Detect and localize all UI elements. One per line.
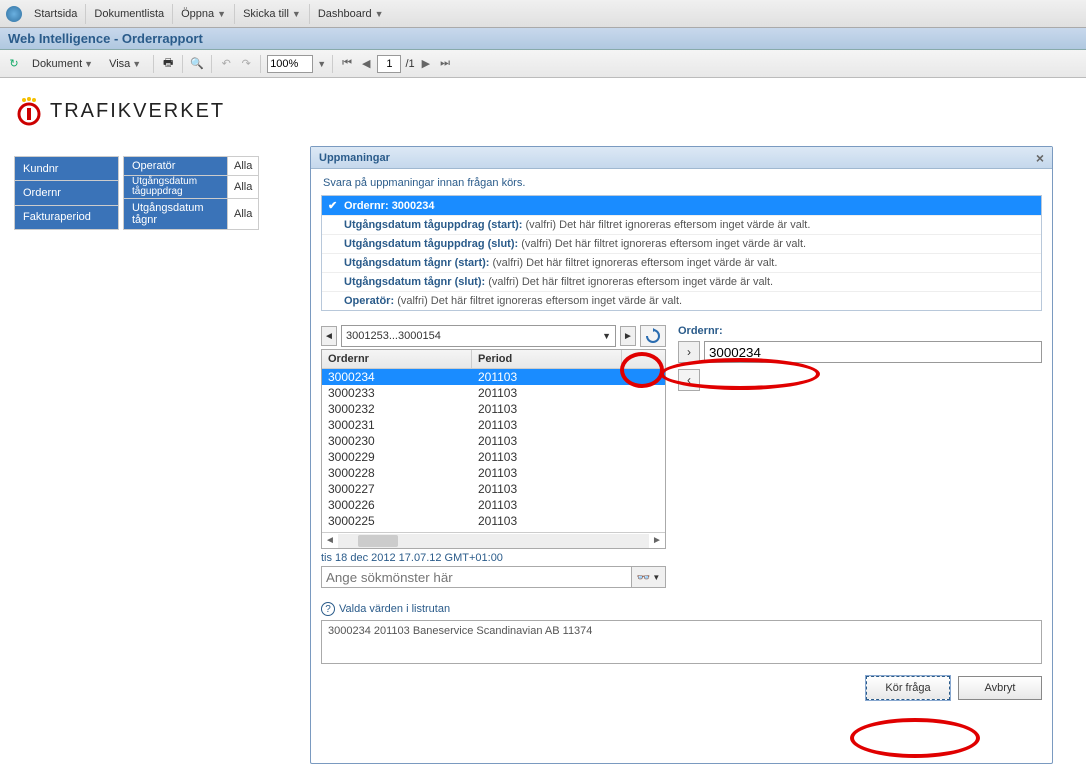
menubar: Startsida Dokumentlista Öppna▼ Skicka ti… xyxy=(0,0,1086,28)
field-label: Ordernr: xyxy=(678,325,1042,337)
refresh-list-button[interactable] xyxy=(640,325,666,347)
grid-row[interactable]: 3000227201103 xyxy=(322,481,665,497)
home-icon[interactable] xyxy=(6,6,22,22)
selected-values-box: 3000234 201103 Baneservice Scandinavian … xyxy=(321,620,1042,664)
horizontal-scrollbar[interactable]: ◄► xyxy=(322,532,665,548)
grid-row[interactable]: 3000225201103 xyxy=(322,513,665,529)
filter-fakturaperiod: Fakturaperiod xyxy=(15,205,119,229)
grid-row[interactable]: 3000226201103 xyxy=(322,497,665,513)
grid-row[interactable]: 3000230201103 xyxy=(322,433,665,449)
search-input[interactable] xyxy=(321,566,632,588)
chevron-down-icon: ▼ xyxy=(292,9,301,19)
grid-row[interactable]: 3000229201103 xyxy=(322,449,665,465)
filter-ordernr: Ordernr xyxy=(15,181,119,205)
title-text: Web Intelligence - Orderrapport xyxy=(8,31,203,46)
page-input[interactable] xyxy=(377,55,401,73)
chevron-down-icon: ▼ xyxy=(375,9,384,19)
range-select[interactable]: 3001253...3000154▼ xyxy=(341,325,616,347)
search-button[interactable]: 👓▼ xyxy=(632,566,666,588)
trafikverket-logo-icon xyxy=(16,96,42,126)
grid-row[interactable]: 3000232201103 xyxy=(322,401,665,417)
menu-dokumentlista[interactable]: Dokumentlista xyxy=(86,4,173,24)
prompt-row[interactable]: Utgångsdatum tågnr (start): (valfri) Det… xyxy=(322,254,1041,273)
zoom-input[interactable] xyxy=(267,55,313,73)
prompt-row[interactable]: ✔ Ordernr: 3000234 xyxy=(322,196,1041,216)
refresh-icon[interactable]: ↻ xyxy=(6,56,22,72)
dokument-dropdown[interactable]: Dokument▼ xyxy=(26,56,99,72)
prompt-row[interactable]: Utgångsdatum tågnr (slut): (valfri) Det … xyxy=(322,273,1041,292)
menu-skicka-till[interactable]: Skicka till▼ xyxy=(235,4,310,24)
menu-oppna[interactable]: Öppna▼ xyxy=(173,4,235,24)
grid-row[interactable]: 3000233201103 xyxy=(322,385,665,401)
range-next-button[interactable]: ► xyxy=(620,326,636,346)
help-icon[interactable]: ? xyxy=(321,602,335,616)
grid-body[interactable]: 3000234201103 3000233201103 300023220110… xyxy=(322,369,665,532)
redo-icon[interactable]: ↷ xyxy=(238,56,254,72)
next-page-icon[interactable]: ▶ xyxy=(419,57,433,70)
print-icon[interactable]: 🖶 xyxy=(160,56,176,72)
add-value-button[interactable]: › xyxy=(678,341,700,363)
find-icon[interactable]: 🔍 xyxy=(189,56,205,72)
binoculars-icon: 👓 xyxy=(637,571,651,584)
value-grid: Ordernr Period 3000234201103 30002332011… xyxy=(321,349,666,549)
selected-values-label: Valda värden i listrutan xyxy=(339,603,450,615)
grid-row[interactable]: 3000228201103 xyxy=(322,465,665,481)
chevron-down-icon: ▼ xyxy=(602,331,611,341)
logo-text: TRAFIKVERKET xyxy=(50,100,225,123)
prompt-row[interactable]: Operatör: (valfri) Det här filtret ignor… xyxy=(322,292,1041,310)
timestamp: tis 18 dec 2012 17.07.12 GMT+01:00 xyxy=(321,552,666,564)
grid-row[interactable]: 3000234201103 xyxy=(322,369,665,385)
prompt-list: ✔ Ordernr: 3000234 Utgångsdatum tåguppdr… xyxy=(321,195,1042,311)
visa-dropdown[interactable]: Visa▼ xyxy=(103,56,147,72)
dialog-title-text: Uppmaningar xyxy=(319,152,390,164)
undo-icon[interactable]: ↶ xyxy=(218,56,234,72)
range-prev-button[interactable]: ◄ xyxy=(321,326,337,346)
prev-page-icon[interactable]: ◀ xyxy=(359,57,373,70)
grid-row[interactable]: 3000231201103 xyxy=(322,417,665,433)
filter-utg-tagnr: Utgångsdatum tågnr xyxy=(124,199,228,230)
page-total: /1 xyxy=(405,58,414,70)
filter-operator: Operatör xyxy=(124,157,228,176)
filter-right: OperatörAlla Utgångsdatum tåguppdragAlla… xyxy=(123,156,259,230)
filter-left: Kundnr Ordernr Fakturaperiod xyxy=(14,156,119,230)
filter-utg-taguppdrag: Utgångsdatum tåguppdrag xyxy=(124,176,228,199)
filter-kundnr: Kundnr xyxy=(15,157,119,181)
remove-value-button[interactable]: ‹ xyxy=(678,369,700,391)
prompts-dialog: Uppmaningar × Svara på uppmaningar innan… xyxy=(310,146,1053,764)
dialog-titlebar: Uppmaningar × xyxy=(311,147,1052,169)
titlebar: Web Intelligence - Orderrapport xyxy=(0,28,1086,50)
refresh-icon xyxy=(645,328,661,344)
run-query-button[interactable]: Kör fråga xyxy=(866,676,950,700)
menu-startsida[interactable]: Startsida xyxy=(26,4,86,24)
prompt-row[interactable]: Utgångsdatum tåguppdrag (slut): (valfri)… xyxy=(322,235,1041,254)
chevron-down-icon: ▼ xyxy=(217,9,226,19)
check-icon: ✔ xyxy=(328,199,344,212)
logo: TRAFIKVERKET xyxy=(16,96,1076,126)
menu-dashboard[interactable]: Dashboard▼ xyxy=(310,4,392,24)
first-page-icon[interactable]: ⏮ xyxy=(339,57,355,70)
close-icon[interactable]: × xyxy=(1036,150,1044,166)
col-ordernr[interactable]: Ordernr xyxy=(322,350,472,368)
ordernr-input[interactable] xyxy=(704,341,1042,363)
col-period[interactable]: Period xyxy=(472,350,622,368)
last-page-icon[interactable]: ⏭ xyxy=(437,57,453,70)
zoom-caret[interactable]: ▼ xyxy=(317,59,326,69)
dialog-subtitle: Svara på uppmaningar innan frågan körs. xyxy=(323,177,1042,189)
cancel-button[interactable]: Avbryt xyxy=(958,676,1042,700)
toolbar: ↻ Dokument▼ Visa▼ 🖶 🔍 ↶ ↷ ▼ ⏮ ◀ /1 ▶ ⏭ xyxy=(0,50,1086,78)
prompt-row[interactable]: Utgångsdatum tåguppdrag (start): (valfri… xyxy=(322,216,1041,235)
